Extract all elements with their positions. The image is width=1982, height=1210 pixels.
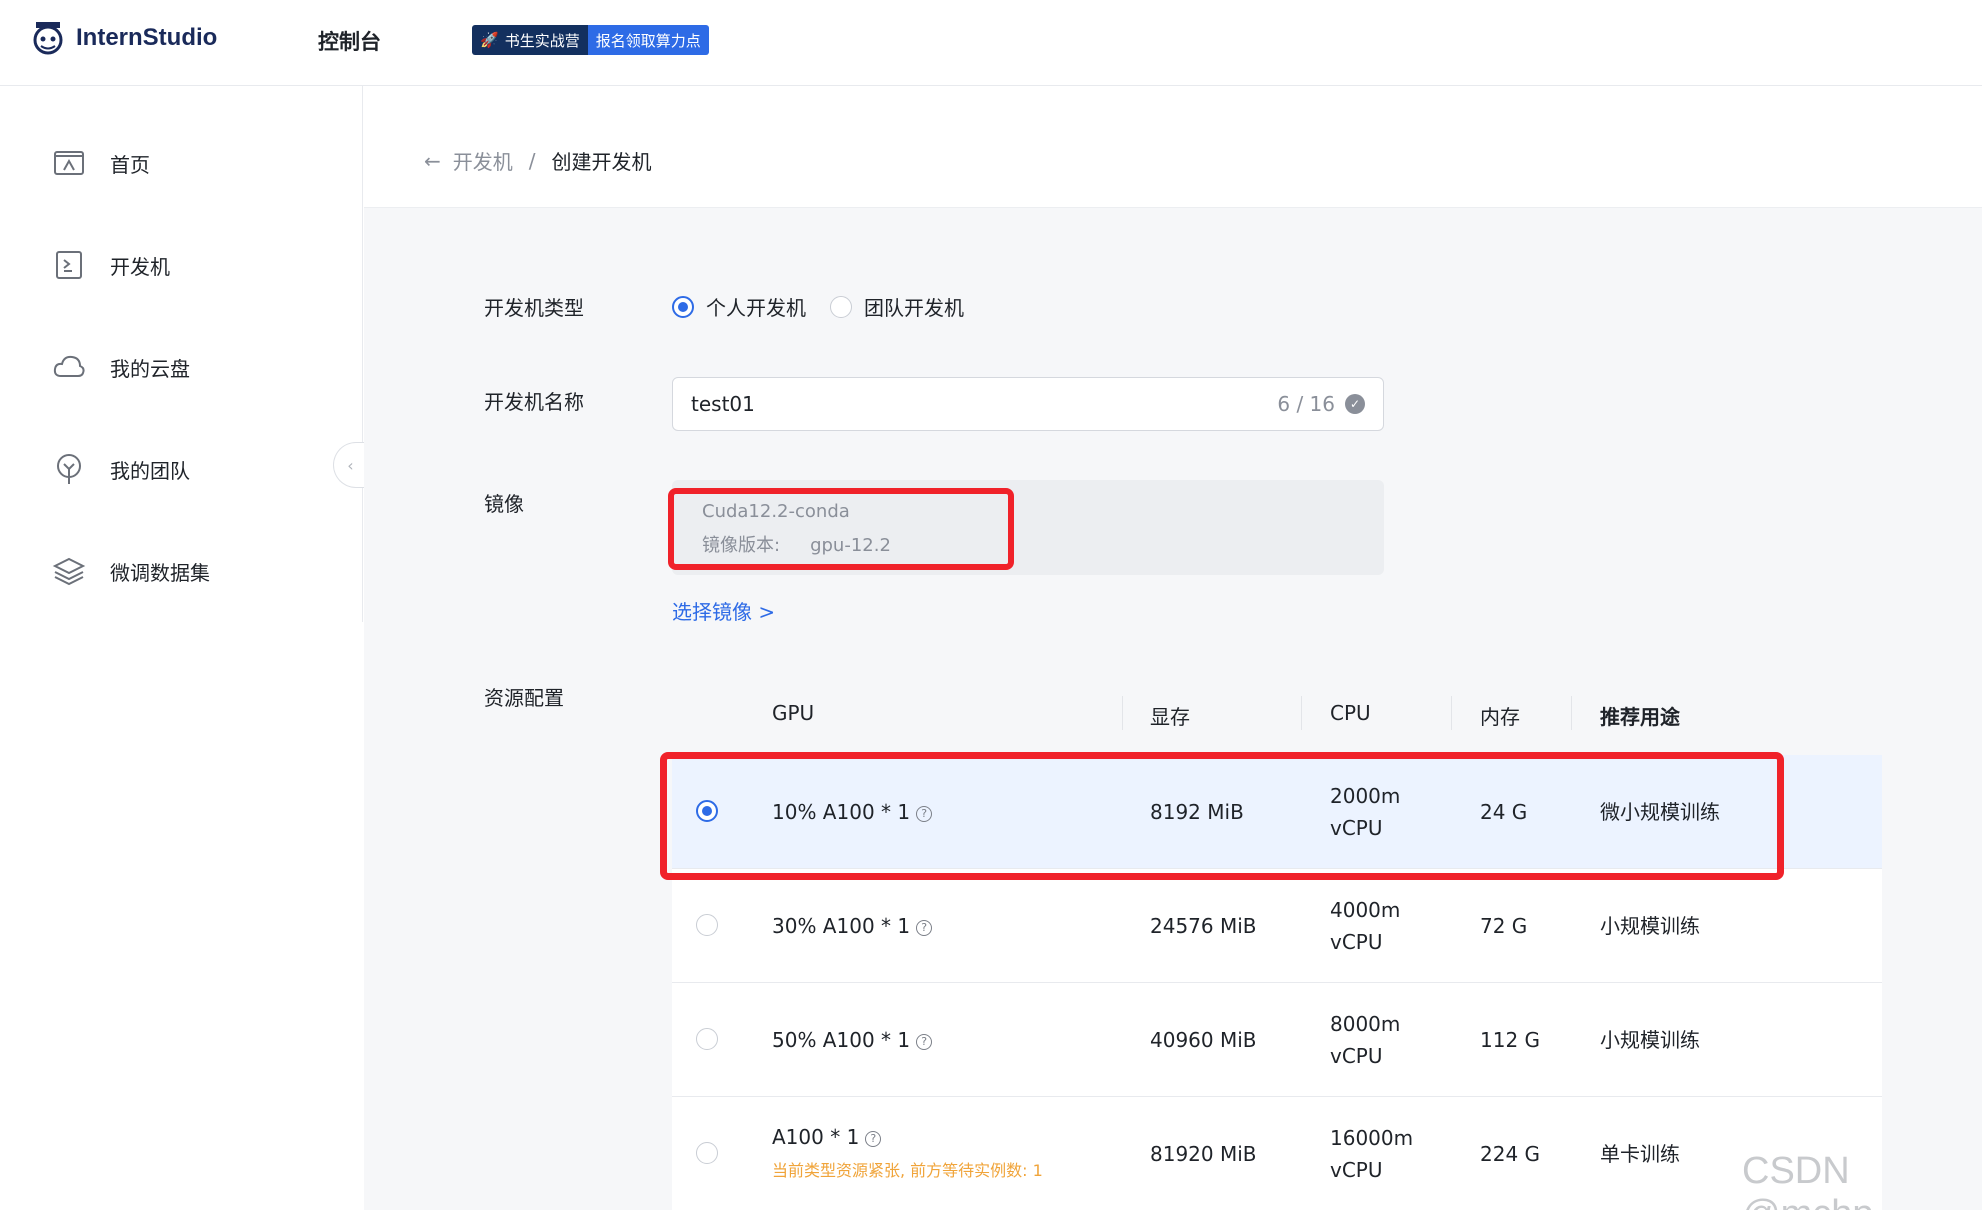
name-char-count: 6 / 16 <box>1277 392 1335 416</box>
check-circle-icon: ✓ <box>1345 394 1365 414</box>
resource-warning: 当前类型资源紧张, 前方等待实例数: 1 <box>772 1161 1043 1180</box>
back-arrow-icon[interactable]: ← <box>424 149 441 173</box>
camp-banner[interactable]: 🚀 书生实战营 报名领取算力点 <box>472 25 709 55</box>
sidebar: 首页 开发机 我的云盘 我的团队 微调数据集 ‹ <box>0 86 367 622</box>
name-input-value: test01 <box>691 392 755 416</box>
sidebar-collapse-button[interactable]: ‹ <box>333 442 367 488</box>
create-form: 开发机类型 个人开发机 团队开发机 开发机名称 test01 6 / 16 ✓ … <box>364 208 1982 1210</box>
sidebar-item-datasets[interactable]: 微调数据集 <box>52 554 210 588</box>
radio-team[interactable] <box>830 295 852 318</box>
cpu-unit: vCPU <box>1330 930 1383 954</box>
table-row[interactable]: 30% A100 * 1? 24576 MiB 4000m vCPU 72 G 小… <box>672 869 1882 983</box>
name-label: 开发机名称 <box>484 390 584 414</box>
radio-personal[interactable] <box>672 295 694 318</box>
banner-left-text: 书生实战营 <box>504 31 580 50</box>
sidebar-item-home[interactable]: 首页 <box>52 146 150 180</box>
th-vram: 显存 <box>1150 705 1190 729</box>
mem-value: 72 G <box>1480 914 1528 938</box>
th-gpu: GPU <box>772 701 815 725</box>
row-radio[interactable] <box>696 1142 718 1164</box>
cpu-value: 16000m <box>1330 1126 1414 1150</box>
table-row[interactable]: A100 * 1? 当前类型资源紧张, 前方等待实例数: 1 81920 MiB… <box>672 1097 1882 1210</box>
row-radio[interactable] <box>696 1028 718 1050</box>
image-label: 镜像 <box>484 492 524 516</box>
cloud-icon <box>53 355 85 377</box>
sidebar-item-label: 我的团队 <box>110 458 190 483</box>
th-mem: 内存 <box>1480 705 1520 729</box>
breadcrumb-bar: ← 开发机 / 创建开发机 <box>364 86 1982 208</box>
sidebar-item-devmachine[interactable]: 开发机 <box>52 248 170 282</box>
name-input[interactable]: test01 6 / 16 ✓ <box>672 377 1384 431</box>
cpu-unit: vCPU <box>1330 1158 1383 1182</box>
home-icon <box>54 151 84 175</box>
cpu-value: 4000m <box>1330 898 1401 922</box>
type-option-personal[interactable]: 个人开发机 <box>672 292 806 321</box>
usage-value: 小规模训练 <box>1600 914 1700 938</box>
th-usage: 推荐用途 <box>1600 705 1680 729</box>
team-icon <box>57 454 81 484</box>
cpu-value: 8000m <box>1330 1012 1401 1036</box>
terminal-icon <box>56 251 82 279</box>
table-row[interactable]: 50% A100 * 1? 40960 MiB 8000m vCPU 112 G … <box>672 983 1882 1097</box>
sidebar-item-label: 首页 <box>110 152 150 177</box>
vram-value: 40960 MiB <box>1150 1028 1257 1052</box>
type-label: 开发机类型 <box>484 296 584 320</box>
intern-logo-icon <box>33 22 63 55</box>
gpu-spec: 30% A100 * 1 <box>772 914 911 938</box>
breadcrumb-separator: / <box>528 148 536 173</box>
banner-right-text: 报名领取算力点 <box>587 25 709 55</box>
gpu-spec: A100 * 1 <box>772 1125 860 1149</box>
chevron-left-icon: ‹ <box>347 455 354 475</box>
cpu-unit: vCPU <box>1330 1044 1383 1068</box>
type-option-team[interactable]: 团队开发机 <box>830 292 964 321</box>
sidebar-item-label: 微调数据集 <box>110 560 210 585</box>
sidebar-item-cloud-disk[interactable]: 我的云盘 <box>52 350 190 384</box>
row-radio[interactable] <box>696 914 718 936</box>
breadcrumb: ← 开发机 / 创建开发机 <box>424 146 652 175</box>
console-link[interactable]: 控制台 <box>318 26 381 56</box>
watermark: CSDN @mchp <box>1742 1150 1874 1210</box>
th-cpu: CPU <box>1330 701 1371 725</box>
usage-value: 小规模训练 <box>1600 1028 1700 1052</box>
help-icon[interactable]: ? <box>865 1130 882 1147</box>
layers-icon <box>52 557 86 586</box>
sidebar-item-team[interactable]: 我的团队 <box>52 452 190 486</box>
resource-table-header: GPU 显存 CPU 内存 推荐用途 <box>672 674 1882 755</box>
highlight-annotation-resource <box>660 752 1784 880</box>
breadcrumb-current: 创建开发机 <box>551 150 652 174</box>
mem-value: 224 G <box>1480 1142 1541 1166</box>
resource-label: 资源配置 <box>484 686 564 710</box>
help-icon[interactable]: ? <box>916 919 933 936</box>
type-radio-group: 个人开发机 团队开发机 <box>672 292 978 321</box>
usage-value: 单卡训练 <box>1600 1142 1680 1166</box>
highlight-annotation-image <box>668 488 1014 570</box>
logo-text: InternStudio <box>76 24 218 51</box>
breadcrumb-parent[interactable]: 开发机 <box>453 146 513 175</box>
gpu-spec: 50% A100 * 1 <box>772 1028 911 1052</box>
logo[interactable]: InternStudio <box>28 18 217 58</box>
vram-value: 81920 MiB <box>1150 1142 1257 1166</box>
mem-value: 112 G <box>1480 1028 1541 1052</box>
select-image-link[interactable]: 选择镜像 > <box>672 596 775 625</box>
vram-value: 24576 MiB <box>1150 914 1257 938</box>
sidebar-item-label: 开发机 <box>110 254 170 279</box>
sidebar-item-label: 我的云盘 <box>110 356 190 381</box>
help-icon[interactable]: ? <box>916 1033 933 1050</box>
rocket-icon: 🚀 <box>480 31 499 49</box>
top-bar: InternStudio 控制台 🚀 书生实战营 报名领取算力点 <box>0 0 1982 86</box>
